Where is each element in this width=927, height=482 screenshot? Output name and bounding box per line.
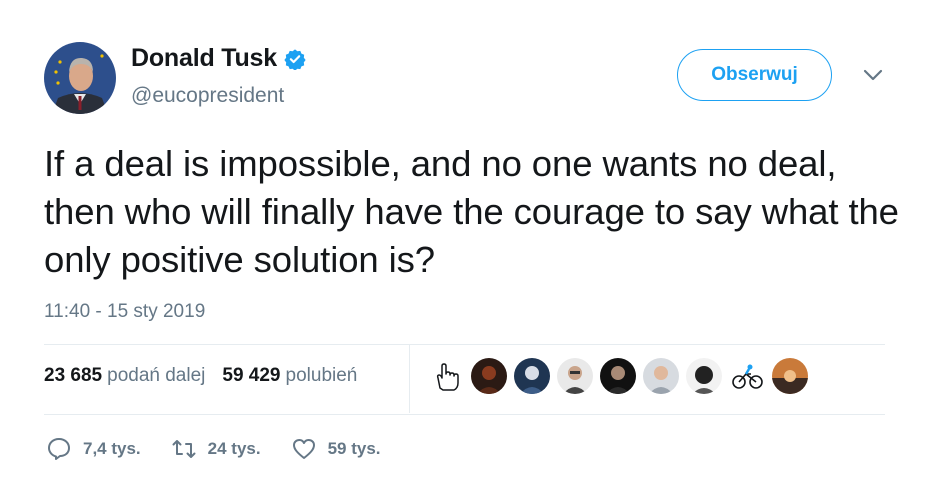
liker-avatar[interactable]: [471, 358, 507, 394]
tweet-actions: 7,4 tys. 24 tys. 59 tys.: [46, 436, 411, 462]
reply-icon[interactable]: [46, 436, 72, 462]
likers-avatars: [428, 358, 815, 394]
divider-top: [44, 344, 885, 345]
tweet-timestamp[interactable]: 11:40 - 15 sty 2019: [44, 301, 205, 323]
likes-label[interactable]: polubień: [286, 365, 358, 387]
likes-count[interactable]: 59 429: [222, 365, 280, 387]
reply-action[interactable]: 7,4 tys.: [46, 436, 141, 462]
retweet-icon[interactable]: [171, 436, 197, 462]
liker-avatar[interactable]: [600, 358, 636, 394]
author-handle[interactable]: @eucopresident: [131, 84, 284, 108]
liker-avatar[interactable]: [686, 358, 722, 394]
liker-avatar[interactable]: [557, 358, 593, 394]
liker-avatar[interactable]: [643, 358, 679, 394]
pointer-hand-icon: [436, 363, 459, 391]
follow-button[interactable]: Obserwuj: [677, 49, 832, 101]
tweet-text: If a deal is impossible, and no one want…: [44, 143, 899, 280]
author-avatar[interactable]: [44, 42, 116, 114]
cyclist-avatar[interactable]: [729, 358, 765, 394]
retweets-label[interactable]: podań dalej: [107, 365, 205, 387]
stats-separator: [409, 345, 410, 413]
retweets-count[interactable]: 23 685: [44, 365, 102, 387]
author-name[interactable]: Donald Tusk: [131, 44, 277, 73]
reply-count: 7,4 tys.: [83, 439, 141, 458]
like-action[interactable]: 59 tys.: [291, 436, 381, 462]
liker-avatar[interactable]: [514, 358, 550, 394]
like-count: 59 tys.: [327, 439, 381, 458]
chevron-down-icon[interactable]: [863, 68, 883, 82]
liker-avatar[interactable]: [772, 358, 808, 394]
heart-icon[interactable]: [291, 436, 317, 462]
divider-bottom: [44, 414, 885, 415]
retweet-action[interactable]: 24 tys.: [171, 436, 261, 462]
author-name-row: Donald Tusk: [131, 44, 306, 73]
retweet-count: 24 tys.: [207, 439, 261, 458]
verified-badge-icon: [284, 48, 306, 70]
tweet-stats: 23 685 podań dalej 59 429 polubień: [44, 365, 357, 387]
